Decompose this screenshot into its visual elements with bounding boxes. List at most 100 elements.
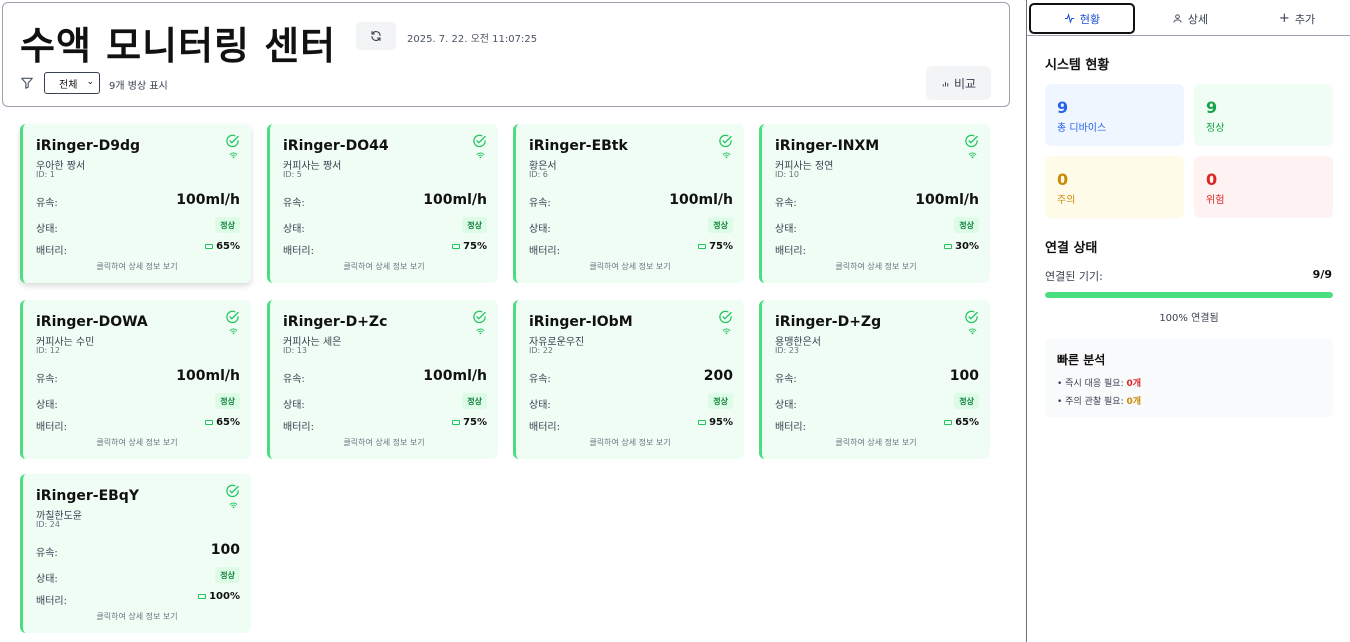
detail-hint: 클릭하여 상세 정보 보기 [96,438,178,447]
wifi-icon [722,152,731,159]
state-label: 상태: [283,400,305,411]
stat-value: 9 [1206,98,1218,117]
sidebar: 현황 상세 + 추가 시스템 현황 9 총 디바이스 9 정상 0 주의 0 위… [1026,0,1350,642]
state-label: 상태: [36,400,58,411]
flow-value: 100ml/h [176,192,240,208]
stat-label: 정상 [1206,123,1225,134]
bed-count-text: 9개 병상 표시 [109,81,168,92]
device-card[interactable]: iRinger-DO44 커피사는 짱서 ID: 5 유속: 100ml/h 상태: 정상 배… [267,124,498,283]
device-id: ID: 1 [36,170,55,179]
battery-icon [205,244,214,249]
detail-hint: 클릭하여 상세 정보 보기 [343,262,425,271]
device-name: iRinger-D+Zc [283,314,388,330]
device-card[interactable]: iRinger-INXM 커피사는 정연 ID: 10 유속: 100ml/h 상태: 정상… [759,124,990,283]
detail-hint: 클릭하여 상세 정보 보기 [835,262,917,271]
check-circle-icon [719,134,732,148]
flow-label: 유속: [283,374,305,385]
battery-indicator: 95% [698,417,733,428]
device-card[interactable]: iRinger-EBtk 황은서 ID: 6 유속: 100ml/h 상태: 정상 배터리: 7… [513,124,744,283]
connection-progress-bar [1045,292,1333,298]
state-label: 상태: [529,224,551,235]
battery-indicator: 75% [452,241,487,252]
state-label: 상태: [36,224,58,235]
device-card[interactable]: iRinger-D+Zc 커피사는 세은 ID: 13 유속: 100ml/h 상태: 정상… [267,300,498,459]
flow-label: 유속: [283,198,305,209]
device-card[interactable]: iRinger-IObM 자유로운우진 ID: 22 유속: 200 상태: 정상 배터리: 9… [513,300,744,459]
state-label: 상태: [36,574,58,585]
quick-item-value: 0개 [1126,379,1142,389]
refresh-button[interactable] [356,22,396,50]
device-card[interactable]: iRinger-DOWA 커피사는 수민 ID: 12 유속: 100ml/h 상태: 정상… [20,300,251,459]
tab-status-label: 현황 [1079,12,1101,26]
device-id: ID: 6 [529,170,548,179]
flow-label: 유속: [36,374,58,385]
battery-label: 배터리: [775,246,806,257]
last-updated-time: 2025. 7. 22. 오전 11:07:25 [407,34,538,45]
battery-icon [698,244,707,249]
battery-value: 30% [955,241,979,252]
battery-label: 배터리: [36,422,67,433]
device-id: ID: 12 [36,346,60,355]
device-card[interactable]: iRinger-EBqY 까칠한도윤 ID: 24 유속: 100 상태: 정상 배터리: 10… [20,474,251,633]
detail-hint: 클릭하여 상세 정보 보기 [589,438,671,447]
quick-item-label: • 즉시 대응 필요: [1057,379,1127,389]
status-badge: 정상 [462,393,487,409]
filter-select[interactable]: 전체 ⌄ [44,72,100,94]
battery-icon [452,420,461,425]
device-name: iRinger-D+Zg [775,314,882,330]
plus-icon: + [1278,11,1290,26]
system-status-title: 시스템 현황 [1045,58,1110,73]
wifi-icon [229,328,238,335]
check-circle-icon [226,310,239,324]
battery-indicator: 65% [205,417,240,428]
device-name: iRinger-INXM [775,138,880,154]
connection-progress-fill [1045,292,1333,298]
status-badge: 정상 [215,217,240,233]
wifi-icon [476,152,485,159]
battery-icon [452,244,461,249]
battery-value: 65% [216,241,240,252]
detail-hint: 클릭하여 상세 정보 보기 [96,262,178,271]
device-card[interactable]: iRinger-D9dg 우아한 짱서 ID: 1 유속: 100ml/h 상태: 정상 배터… [20,124,251,283]
flow-label: 유속: [529,198,551,209]
compare-button[interactable]: 비교 [926,66,991,100]
battery-label: 배터리: [529,422,560,433]
quick-item-watch: • 주의 관찰 필요: 0개 [1057,394,1141,407]
user-icon [1173,14,1182,23]
flow-label: 유속: [775,374,797,385]
device-card[interactable]: iRinger-D+Zg 용맹한은서 ID: 23 유속: 100 상태: 정상 배터리: 65… [759,300,990,459]
flow-value: 100 [949,368,979,384]
flow-value: 200 [703,368,733,384]
wifi-icon [476,328,485,335]
battery-label: 배터리: [529,246,560,257]
flow-value: 100ml/h [423,192,487,208]
check-circle-icon [226,484,239,498]
flow-label: 유속: [36,548,58,559]
status-badge: 정상 [708,393,733,409]
device-id: ID: 5 [283,170,302,179]
stat-label: 주의 [1057,195,1076,206]
flow-value: 100ml/h [176,368,240,384]
tab-detail[interactable]: 상세 [1137,3,1243,34]
wifi-icon [229,152,238,159]
flow-label: 유속: [36,198,58,209]
page-title: 수액 모니터링 센터 [20,24,337,68]
flow-value: 100ml/h [915,192,979,208]
tab-status[interactable]: 현황 [1029,3,1135,34]
check-circle-icon [965,310,978,324]
battery-indicator: 30% [944,241,979,252]
battery-value: 75% [709,241,733,252]
tab-add[interactable]: + 추가 [1244,3,1350,34]
battery-value: 100% [209,591,240,602]
stat-label: 위험 [1206,195,1225,206]
activity-icon [1064,13,1075,24]
status-badge: 정상 [215,393,240,409]
device-id: ID: 23 [775,346,799,355]
device-id: ID: 13 [283,346,307,355]
battery-label: 배터리: [283,246,314,257]
stat-danger: 0 위험 [1194,156,1333,218]
status-badge: 정상 [708,217,733,233]
device-name: iRinger-D9dg [36,138,140,154]
flow-value: 100ml/h [423,368,487,384]
stat-label: 총 디바이스 [1057,123,1107,134]
